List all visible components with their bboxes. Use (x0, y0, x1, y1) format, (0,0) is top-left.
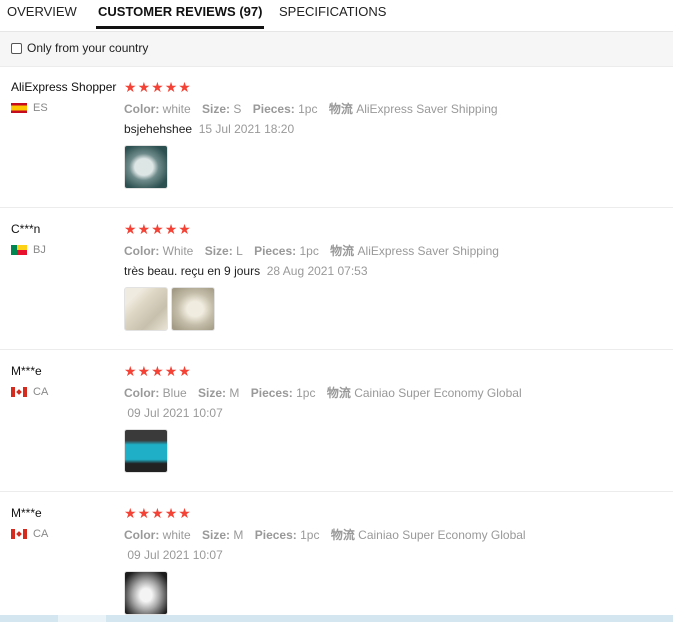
sku-size: M (229, 386, 240, 400)
star-icon: ★ (178, 505, 191, 521)
sku-shipping: Cainiao Super Economy Global (358, 528, 526, 542)
sku-pieces: 1pc (300, 528, 320, 542)
review-photos (124, 429, 171, 478)
sku-size: S (233, 102, 242, 116)
star-icon: ★ (178, 363, 191, 379)
country-filter-checkbox[interactable] (11, 43, 22, 54)
sku-pieces: 1pc (298, 102, 318, 116)
canada-flag-icon (11, 529, 27, 540)
review-item: M***e CA ★★★★★ Color: Blue Size: M Piece… (0, 350, 673, 492)
tab-customer-reviews[interactable]: CUSTOMER REVIEWS (97) (95, 4, 265, 29)
star-rating: ★★★★★ (124, 505, 192, 521)
reviewer-country: BJ (11, 244, 46, 256)
sku-pieces: 1pc (296, 386, 316, 400)
star-icon: ★ (137, 79, 151, 95)
sku-attributes: Color: white Size: M Pieces: 1pc 物流 Cain… (124, 528, 526, 542)
sku-size: M (233, 528, 244, 542)
review-comment: très beau. reçu en 9 jours 28 Aug 2021 0… (124, 264, 368, 278)
sku-color: white (162, 102, 191, 116)
sku-shipping: AliExpress Saver Shipping (356, 102, 498, 116)
reviewer-country: CA (11, 386, 48, 398)
review-photo-thumbnail[interactable] (124, 145, 168, 189)
review-photo-thumbnail[interactable] (171, 287, 215, 331)
star-icon: ★ (124, 221, 137, 237)
review-photo-thumbnail[interactable] (124, 287, 168, 331)
benin-flag-icon (11, 245, 27, 256)
review-photo-thumbnail[interactable] (124, 429, 168, 473)
review-date: 15 Jul 2021 18:20 (198, 122, 295, 136)
star-icon: ★ (124, 505, 137, 521)
sku-color: White (162, 244, 194, 258)
reviewer-name: C***n (11, 222, 41, 236)
review-photos (124, 287, 218, 336)
sku-shipping: AliExpress Saver Shipping (357, 244, 499, 258)
review-photo-thumbnail[interactable] (124, 571, 168, 615)
star-icon: ★ (164, 79, 178, 95)
review-comment: 09 Jul 2021 10:07 (124, 406, 223, 420)
page-footer-strip (0, 615, 673, 622)
star-icon: ★ (137, 505, 151, 521)
review-tabs: OVERVIEW CUSTOMER REVIEWS (97) SPECIFICA… (0, 0, 673, 32)
star-rating: ★★★★★ (124, 79, 192, 95)
sku-color: Blue (162, 386, 187, 400)
star-icon: ★ (151, 221, 164, 237)
star-icon: ★ (164, 221, 178, 237)
sku-pieces: 1pc (299, 244, 319, 258)
review-comment: bsjehehshee 15 Jul 2021 18:20 (124, 122, 295, 136)
tab-specifications[interactable]: SPECIFICATIONS (279, 4, 386, 19)
country-filter-bar: Only from your country (0, 32, 673, 67)
sku-color: white (162, 528, 191, 542)
sku-shipping: Cainiao Super Economy Global (354, 386, 522, 400)
reviewer-name: M***e (11, 364, 42, 378)
review-date: 28 Aug 2021 07:53 (266, 264, 368, 278)
review-item: M***e CA ★★★★★ Color: white Size: M Piec… (0, 492, 673, 622)
star-icon: ★ (164, 505, 178, 521)
review-photos (124, 145, 171, 194)
star-icon: ★ (124, 79, 137, 95)
tab-overview[interactable]: OVERVIEW (7, 4, 77, 19)
star-icon: ★ (137, 363, 151, 379)
star-icon: ★ (124, 363, 137, 379)
reviewer-name: AliExpress Shopper (11, 80, 117, 94)
reviewer-country: ES (11, 102, 48, 114)
star-icon: ★ (137, 221, 151, 237)
star-rating: ★★★★★ (124, 363, 192, 379)
sku-size: L (236, 244, 243, 258)
review-photos (124, 571, 171, 620)
star-icon: ★ (178, 221, 191, 237)
canada-flag-icon (11, 387, 27, 398)
review-comment: 09 Jul 2021 10:07 (124, 548, 223, 562)
reviewer-name: M***e (11, 506, 42, 520)
review-item: C***n BJ ★★★★★ Color: White Size: L Piec… (0, 208, 673, 350)
review-date: 09 Jul 2021 10:07 (127, 548, 223, 562)
sku-attributes: Color: Blue Size: M Pieces: 1pc 物流 Caini… (124, 386, 522, 400)
sku-attributes: Color: White Size: L Pieces: 1pc 物流 AliE… (124, 244, 499, 258)
star-icon: ★ (178, 79, 191, 95)
review-item: AliExpress Shopper ES ★★★★★ Color: white… (0, 66, 673, 208)
star-icon: ★ (151, 505, 164, 521)
sku-attributes: Color: white Size: S Pieces: 1pc 物流 AliE… (124, 102, 498, 116)
review-date: 09 Jul 2021 10:07 (127, 406, 223, 420)
star-icon: ★ (151, 79, 164, 95)
star-icon: ★ (164, 363, 178, 379)
star-rating: ★★★★★ (124, 221, 192, 237)
country-filter-label[interactable]: Only from your country (27, 41, 148, 55)
spain-flag-icon (11, 103, 27, 114)
star-icon: ★ (151, 363, 164, 379)
reviewer-country: CA (11, 528, 48, 540)
